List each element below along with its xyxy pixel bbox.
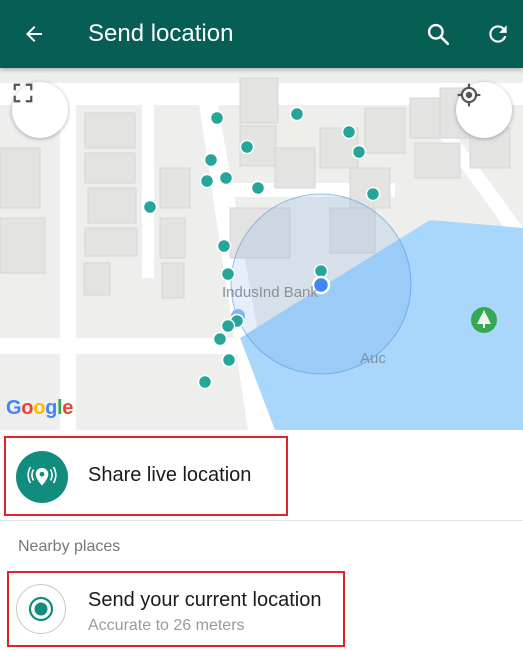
highlight-box-current [7, 571, 345, 647]
search-button[interactable] [418, 14, 458, 54]
map-label-bank: IndusInd Bank [222, 284, 318, 301]
my-location-button[interactable] [456, 82, 512, 138]
back-button[interactable] [14, 14, 54, 54]
map-view[interactable]: IndusInd Bank Auc Google [0, 68, 523, 430]
fullscreen-icon [13, 83, 33, 103]
arrow-back-icon [26, 26, 42, 42]
nearby-places-header: Nearby places [18, 538, 121, 555]
refresh-button[interactable] [478, 14, 518, 54]
google-logo: Google [6, 397, 74, 419]
search-icon [427, 23, 450, 46]
my-location-icon [457, 83, 481, 107]
fullscreen-button[interactable] [12, 82, 68, 138]
page-title: Send location [88, 20, 234, 47]
park-pin-icon [471, 307, 497, 333]
app-bar: Send location [0, 0, 523, 68]
map-label-water: Auc [360, 350, 386, 367]
map-canvas [0, 77, 523, 430]
refresh-icon [489, 25, 507, 43]
highlight-box-live [4, 436, 288, 516]
